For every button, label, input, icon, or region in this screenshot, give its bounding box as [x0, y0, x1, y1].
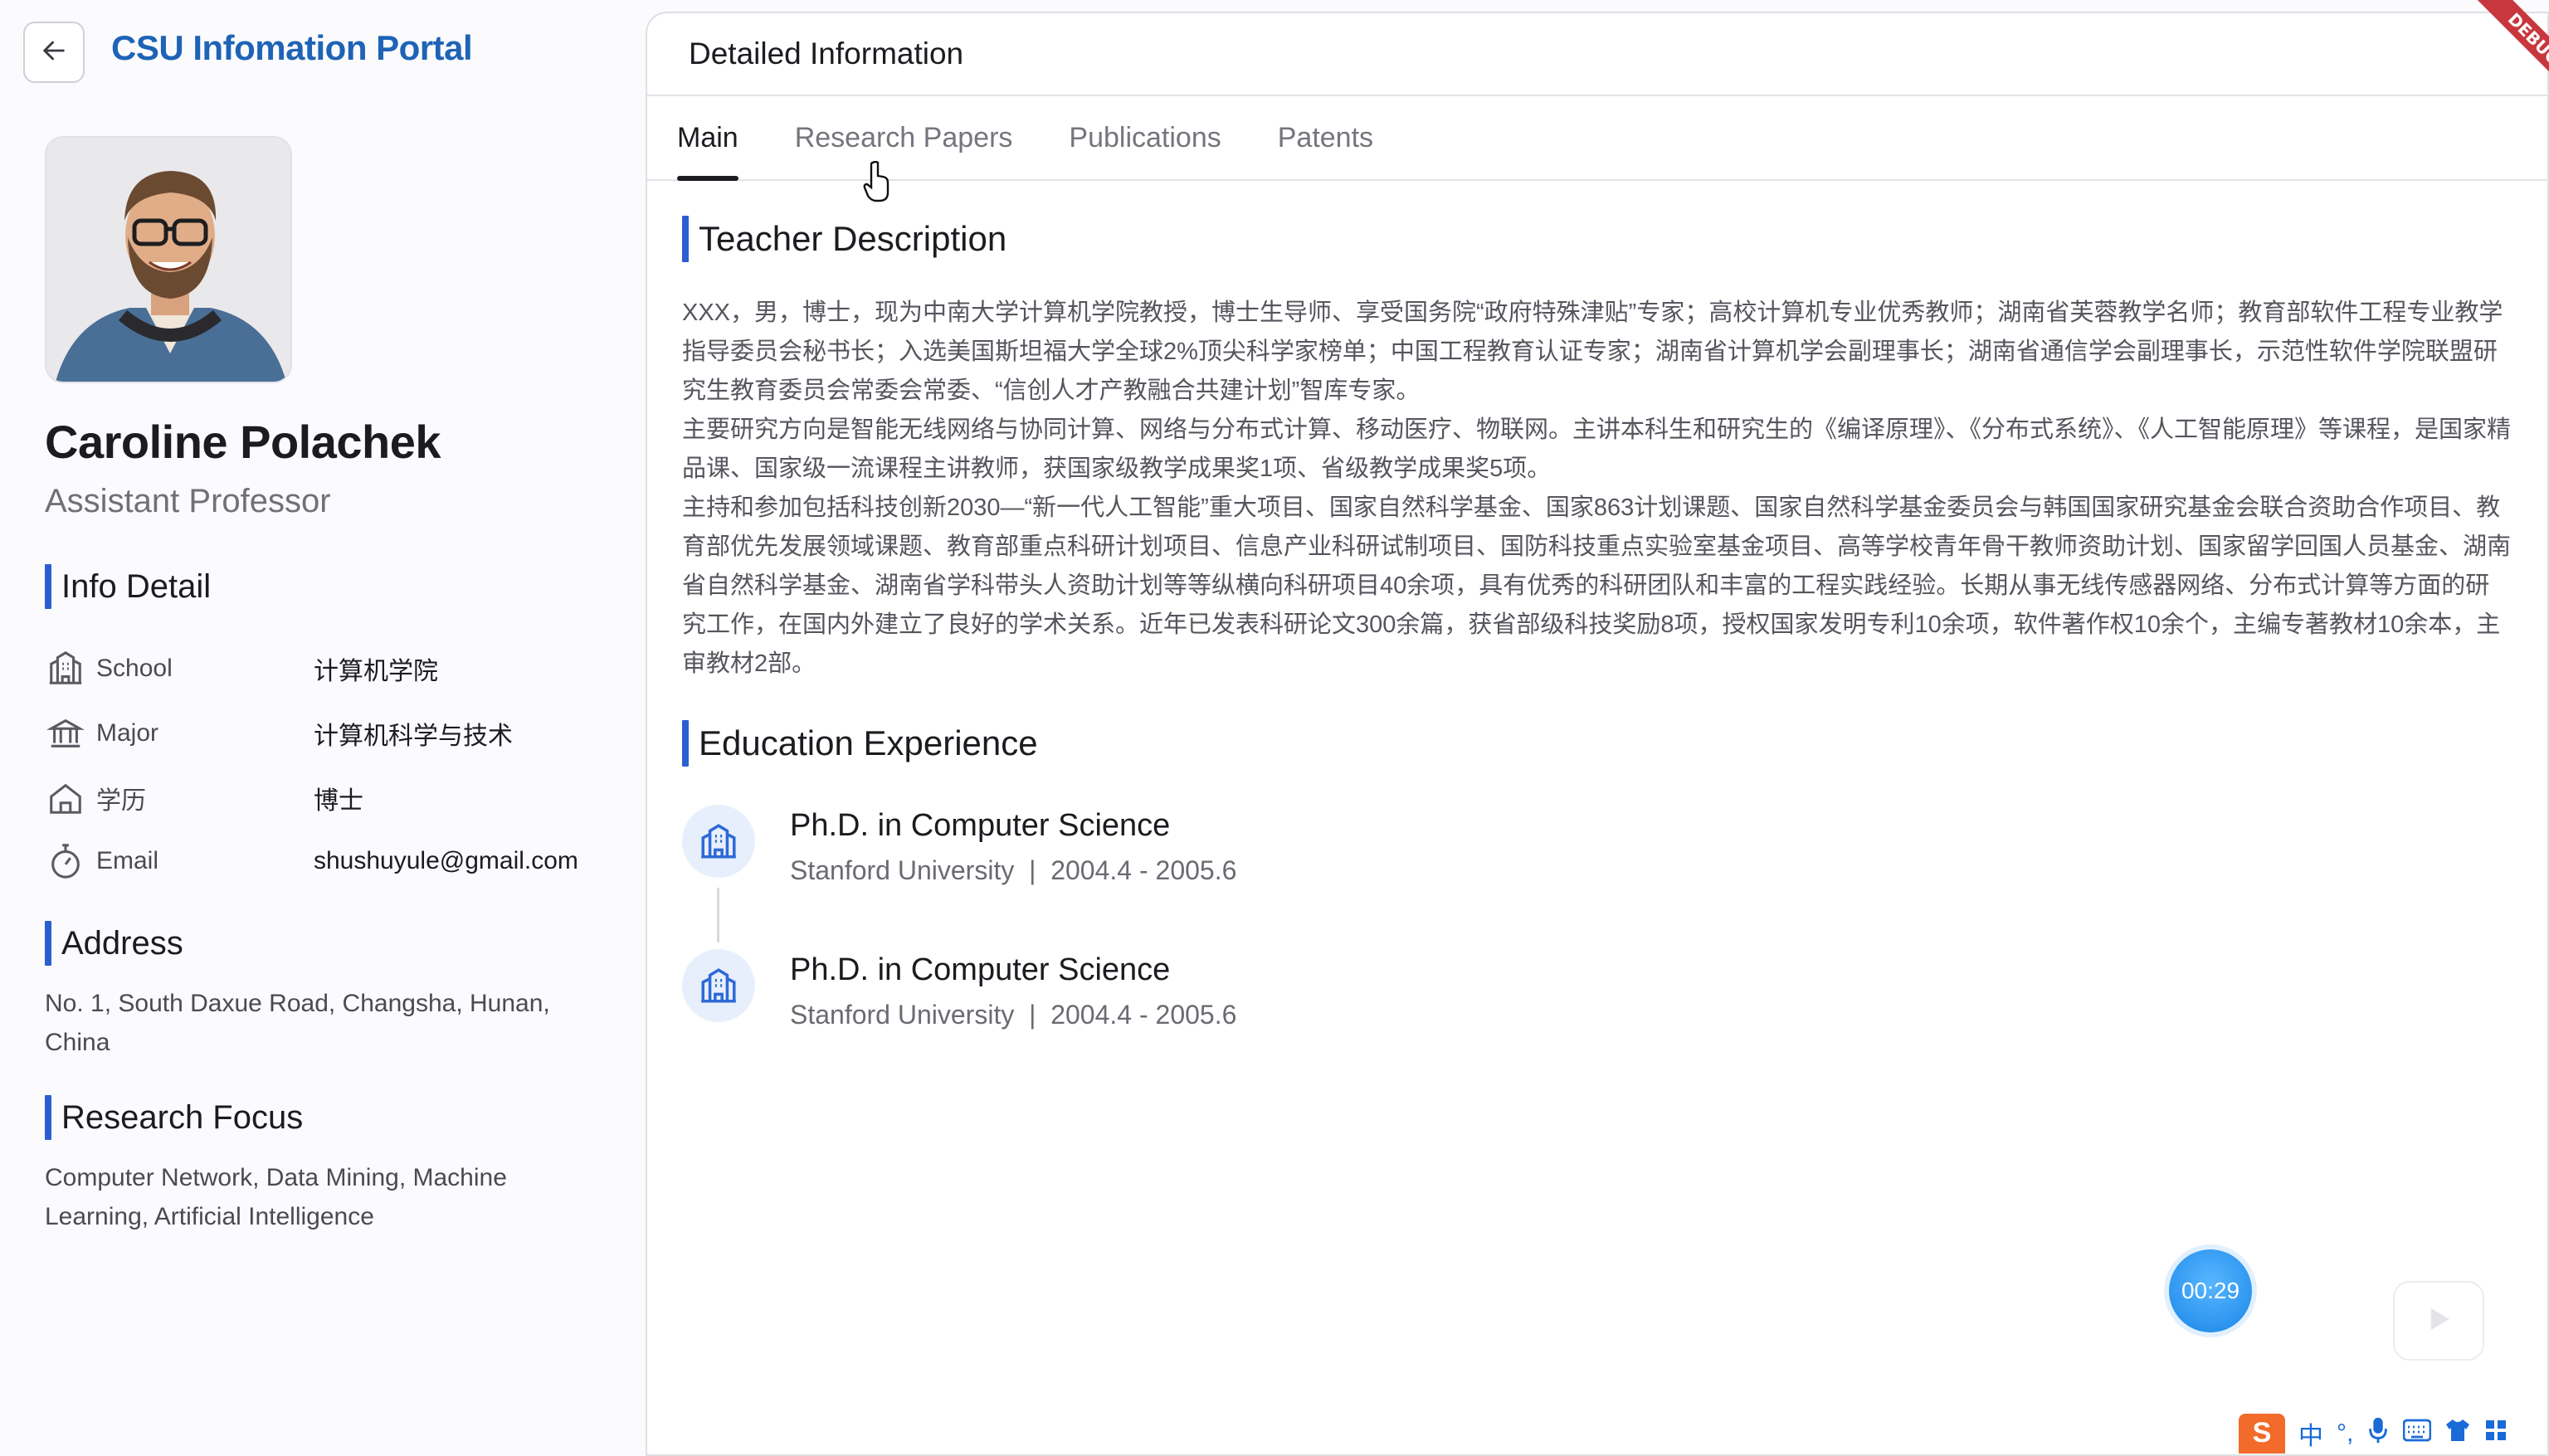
hand-cursor-icon: [863, 160, 891, 207]
info-row-school: School 计算机学院: [45, 645, 626, 692]
info-row-major: Major 计算机科学与技术: [45, 710, 626, 757]
education-school: Stanford University: [790, 855, 1015, 885]
education-details: Stanford University | 2004.4 - 2005.6: [790, 855, 1236, 886]
research-focus-title: Research Focus: [61, 1098, 304, 1136]
separator: |: [1021, 1000, 1044, 1030]
education-heading: Education Experience: [682, 720, 1038, 767]
avatar: [45, 136, 292, 383]
university-icon: [682, 805, 755, 878]
info-value: 计算机科学与技术: [314, 723, 513, 750]
profile-sidebar: CSU Infomation Portal Caroline Polachek: [0, 0, 647, 1456]
education-period: 2004.4 - 2005.6: [1050, 1000, 1237, 1030]
education-degree: Ph.D. in Computer Science: [790, 808, 1171, 843]
tab-research-papers[interactable]: Research Papers: [795, 122, 1013, 179]
education-period: 2004.4 - 2005.6: [1050, 855, 1237, 885]
profile-role: Assistant Professor: [45, 483, 331, 519]
accent-bar: [45, 564, 51, 609]
research-focus-heading: Research Focus: [45, 1095, 303, 1140]
back-button[interactable]: [23, 22, 85, 83]
tab-bar: Main Research Papers Publications Patent…: [647, 96, 2547, 181]
info-value: 计算机学院: [314, 658, 438, 685]
university-icon: [682, 949, 755, 1022]
accent-bar: [45, 921, 51, 966]
teacher-description-title: Teacher Description: [699, 219, 1007, 258]
info-detail-title: Info Detail: [61, 567, 212, 605]
debug-label: DEBUG: [2466, 0, 2549, 93]
address-heading: Address: [45, 921, 183, 966]
teacher-description-text: XXX，男，博士，现为中南大学计算机学院教授，博士生导师、享受国务院“政府特殊津…: [682, 294, 2511, 684]
separator: |: [1021, 855, 1044, 885]
education-degree: Ph.D. in Computer Science: [790, 952, 1171, 987]
accent-bar: [682, 216, 689, 262]
grid-menu-icon[interactable]: [2484, 1419, 2508, 1449]
education-details: Stanford University | 2004.4 - 2005.6: [790, 1000, 1236, 1030]
education-title: Education Experience: [699, 723, 1038, 762]
education-item: Ph.D. in Computer Science Stanford Unive…: [682, 949, 1236, 1030]
info-label: Major: [96, 719, 159, 747]
description-paragraph: 主要研究方向是智能无线网络与协同计算、网络与分布式计算、移动医疗、物联网。主讲本…: [682, 416, 2512, 482]
arrow-left-icon: [40, 37, 68, 69]
info-label: 学历: [96, 787, 146, 815]
info-row-email: Email shushuyule@gmail.com: [45, 838, 626, 884]
tab-publications[interactable]: Publications: [1069, 122, 1221, 179]
school-icon: [45, 648, 86, 689]
profile-name: Caroline Polachek: [45, 416, 441, 468]
detail-panel: Detailed Information Main Research Paper…: [646, 12, 2549, 1456]
sogou-logo-icon: S: [2239, 1413, 2285, 1454]
timer-badge[interactable]: 00:29: [2169, 1249, 2252, 1332]
ime-punctuation[interactable]: °,: [2337, 1419, 2353, 1448]
description-paragraph: 主持和参加包括科技创新2030—“新一代人工智能”重大项目、国家自然科学基金、国…: [682, 494, 2512, 677]
email-value: shushuyule@gmail.com: [314, 847, 578, 874]
institution-icon: [45, 713, 86, 754]
home-icon: [45, 777, 86, 819]
info-row-degree: 学历 博士: [45, 775, 626, 821]
accent-bar: [45, 1095, 51, 1140]
info-detail-heading: Info Detail: [45, 564, 211, 609]
keyboard-icon[interactable]: [2402, 1419, 2432, 1449]
education-school: Stanford University: [790, 1000, 1015, 1030]
play-button[interactable]: [2393, 1281, 2484, 1361]
accent-bar: [682, 720, 689, 767]
portal-title: CSU Infomation Portal: [111, 28, 473, 67]
skin-shirt-icon[interactable]: [2444, 1418, 2471, 1449]
address-title: Address: [61, 924, 183, 962]
info-label: Email: [96, 847, 159, 874]
info-label: School: [96, 655, 173, 682]
address-text: No. 1, South Daxue Road, Changsha, Hunan…: [45, 990, 550, 1056]
tab-main[interactable]: Main: [677, 122, 738, 181]
stopwatch-icon: [45, 840, 86, 882]
info-value: 博士: [314, 787, 363, 815]
ime-toolbar[interactable]: S 中 °,: [2232, 1410, 2549, 1456]
teacher-description-heading: Teacher Description: [682, 216, 1006, 262]
research-focus-text: Computer Network, Data Mining, Machine L…: [45, 1164, 507, 1230]
panel-title: Detailed Information: [647, 13, 2547, 96]
ime-language[interactable]: 中: [2298, 1415, 2323, 1452]
tab-patents[interactable]: Patents: [1278, 122, 1373, 179]
description-paragraph: XXX，男，博士，现为中南大学计算机学院教授，博士生导师、享受国务院“政府特殊津…: [682, 299, 2503, 404]
debug-ribbon: DEBUG: [2456, 0, 2549, 93]
education-item: Ph.D. in Computer Science Stanford Unive…: [682, 805, 1236, 886]
play-icon: [2420, 1301, 2457, 1342]
timeline-connector: [717, 888, 719, 942]
microphone-icon[interactable]: [2366, 1416, 2390, 1451]
